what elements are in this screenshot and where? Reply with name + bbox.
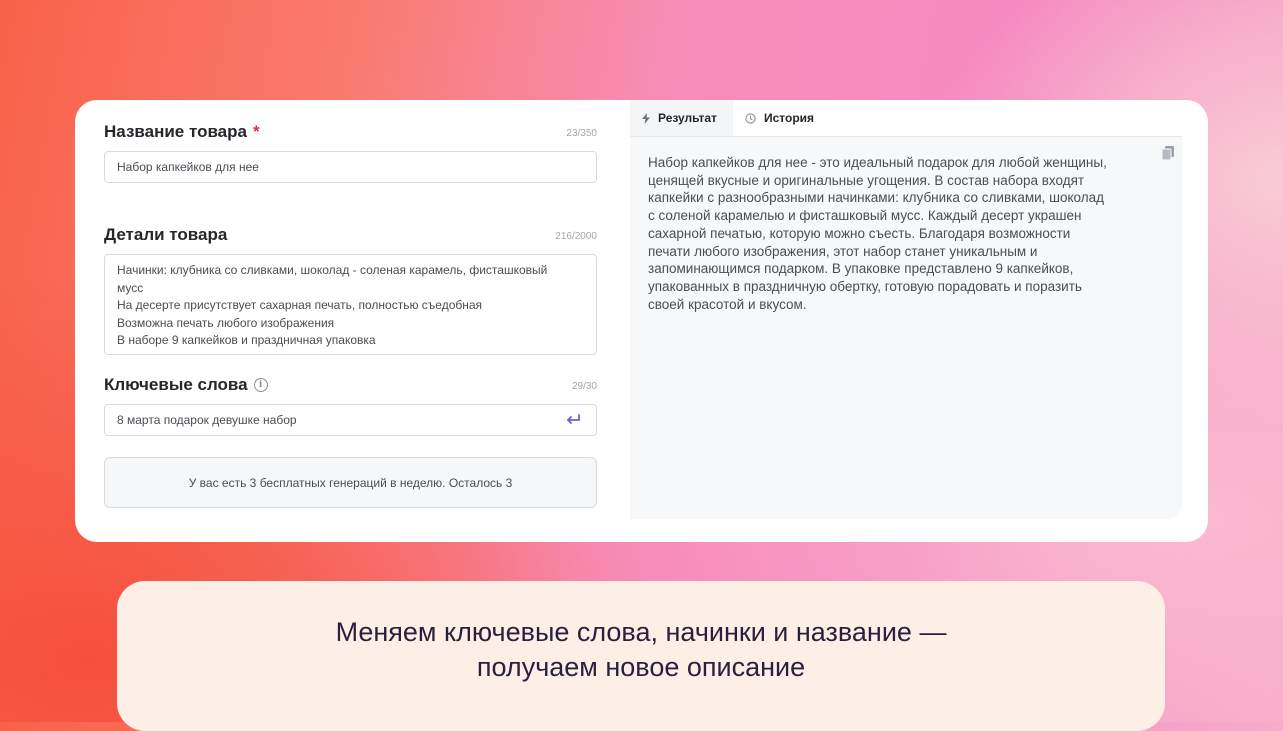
keywords-label: Ключевые слова i: [104, 375, 268, 395]
keywords-label-text: Ключевые слова: [104, 375, 248, 394]
clock-icon: [745, 112, 756, 124]
product-form: Название товара * 23/350 Набор капкейков…: [104, 100, 597, 542]
info-icon[interactable]: i: [253, 378, 268, 392]
caption-text: Меняем ключевые слова, начинки и названи…: [117, 615, 1165, 685]
details-line: В наборе 9 капкейков и праздничная упако…: [117, 333, 376, 347]
enter-icon[interactable]: [564, 412, 582, 428]
caption-line-1: Меняем ключевые слова, начинки и названи…: [335, 617, 947, 647]
result-line: ценящей вкусные и оригинальные угощения.…: [648, 172, 1085, 188]
keywords-input[interactable]: 8 марта подарок девушке набор: [104, 404, 597, 436]
result-area: Набор капкейков для нее - это идеальный …: [630, 137, 1182, 519]
result-line: с соленой карамелью и фисташковый мусс. …: [648, 208, 1082, 224]
keywords-input-value: 8 марта подарок девушке набор: [117, 413, 297, 427]
product-details-textarea[interactable]: Начинки: клубника со сливками, шоколад -…: [104, 254, 597, 355]
required-mark: *: [252, 122, 260, 141]
generator-card: Название товара * 23/350 Набор капкейков…: [75, 100, 1208, 542]
details-line: Начинки: клубника со сливками, шоколад -…: [117, 263, 548, 277]
product-details-label-text: Детали товара: [104, 225, 228, 244]
generated-description: Набор капкейков для нее - это идеальный …: [648, 154, 1158, 313]
result-line: упакованных в праздничную обертку, готов…: [648, 278, 1082, 294]
caption-line-2: получаем новое описание: [476, 652, 806, 682]
result-line: капкейки с разнообразными начинками: клу…: [648, 190, 1105, 206]
result-panel: Результат История Набор капкейков для не…: [630, 100, 1182, 519]
tab-history-label: История: [764, 111, 815, 125]
tab-result-label: Результат: [658, 111, 717, 125]
product-title-label-text: Название товара: [104, 122, 247, 141]
result-line: сахарной печатью, которую можно съесть. …: [648, 225, 1071, 241]
caption-banner: Меняем ключевые слова, начинки и названи…: [117, 581, 1165, 731]
result-line: Набор капкейков для нее - это идеальный …: [648, 155, 1107, 170]
details-line: мусс: [117, 280, 144, 295]
result-line: своей красотой и вкусом.: [648, 296, 807, 312]
details-line: На десерте присутствует сахарная печать,…: [117, 298, 483, 312]
free-generations-notice: У вас есть 3 бесплатных генераций в неде…: [104, 457, 597, 508]
product-details-label: Детали товара: [104, 225, 227, 245]
result-tabs: Результат История: [630, 100, 1182, 137]
result-line: печати любого изображения, этот набор ст…: [648, 243, 1038, 259]
product-title-counter: 23/350: [566, 128, 597, 139]
tab-result[interactable]: Результат: [630, 100, 733, 136]
bolt-icon: [642, 112, 650, 124]
product-title-label: Название товара *: [104, 122, 260, 142]
keywords-counter: 29/30: [571, 381, 597, 392]
details-line: Возможна печать любого изображения: [117, 315, 335, 330]
result-line: запоминающимся подарком. В упаковке пред…: [648, 261, 1074, 277]
tab-history[interactable]: История: [733, 100, 826, 136]
product-details-counter: 216/2000: [555, 231, 597, 242]
copy-icon[interactable]: [1162, 146, 1174, 160]
product-title-input[interactable]: Набор капкейков для нее: [104, 151, 597, 183]
